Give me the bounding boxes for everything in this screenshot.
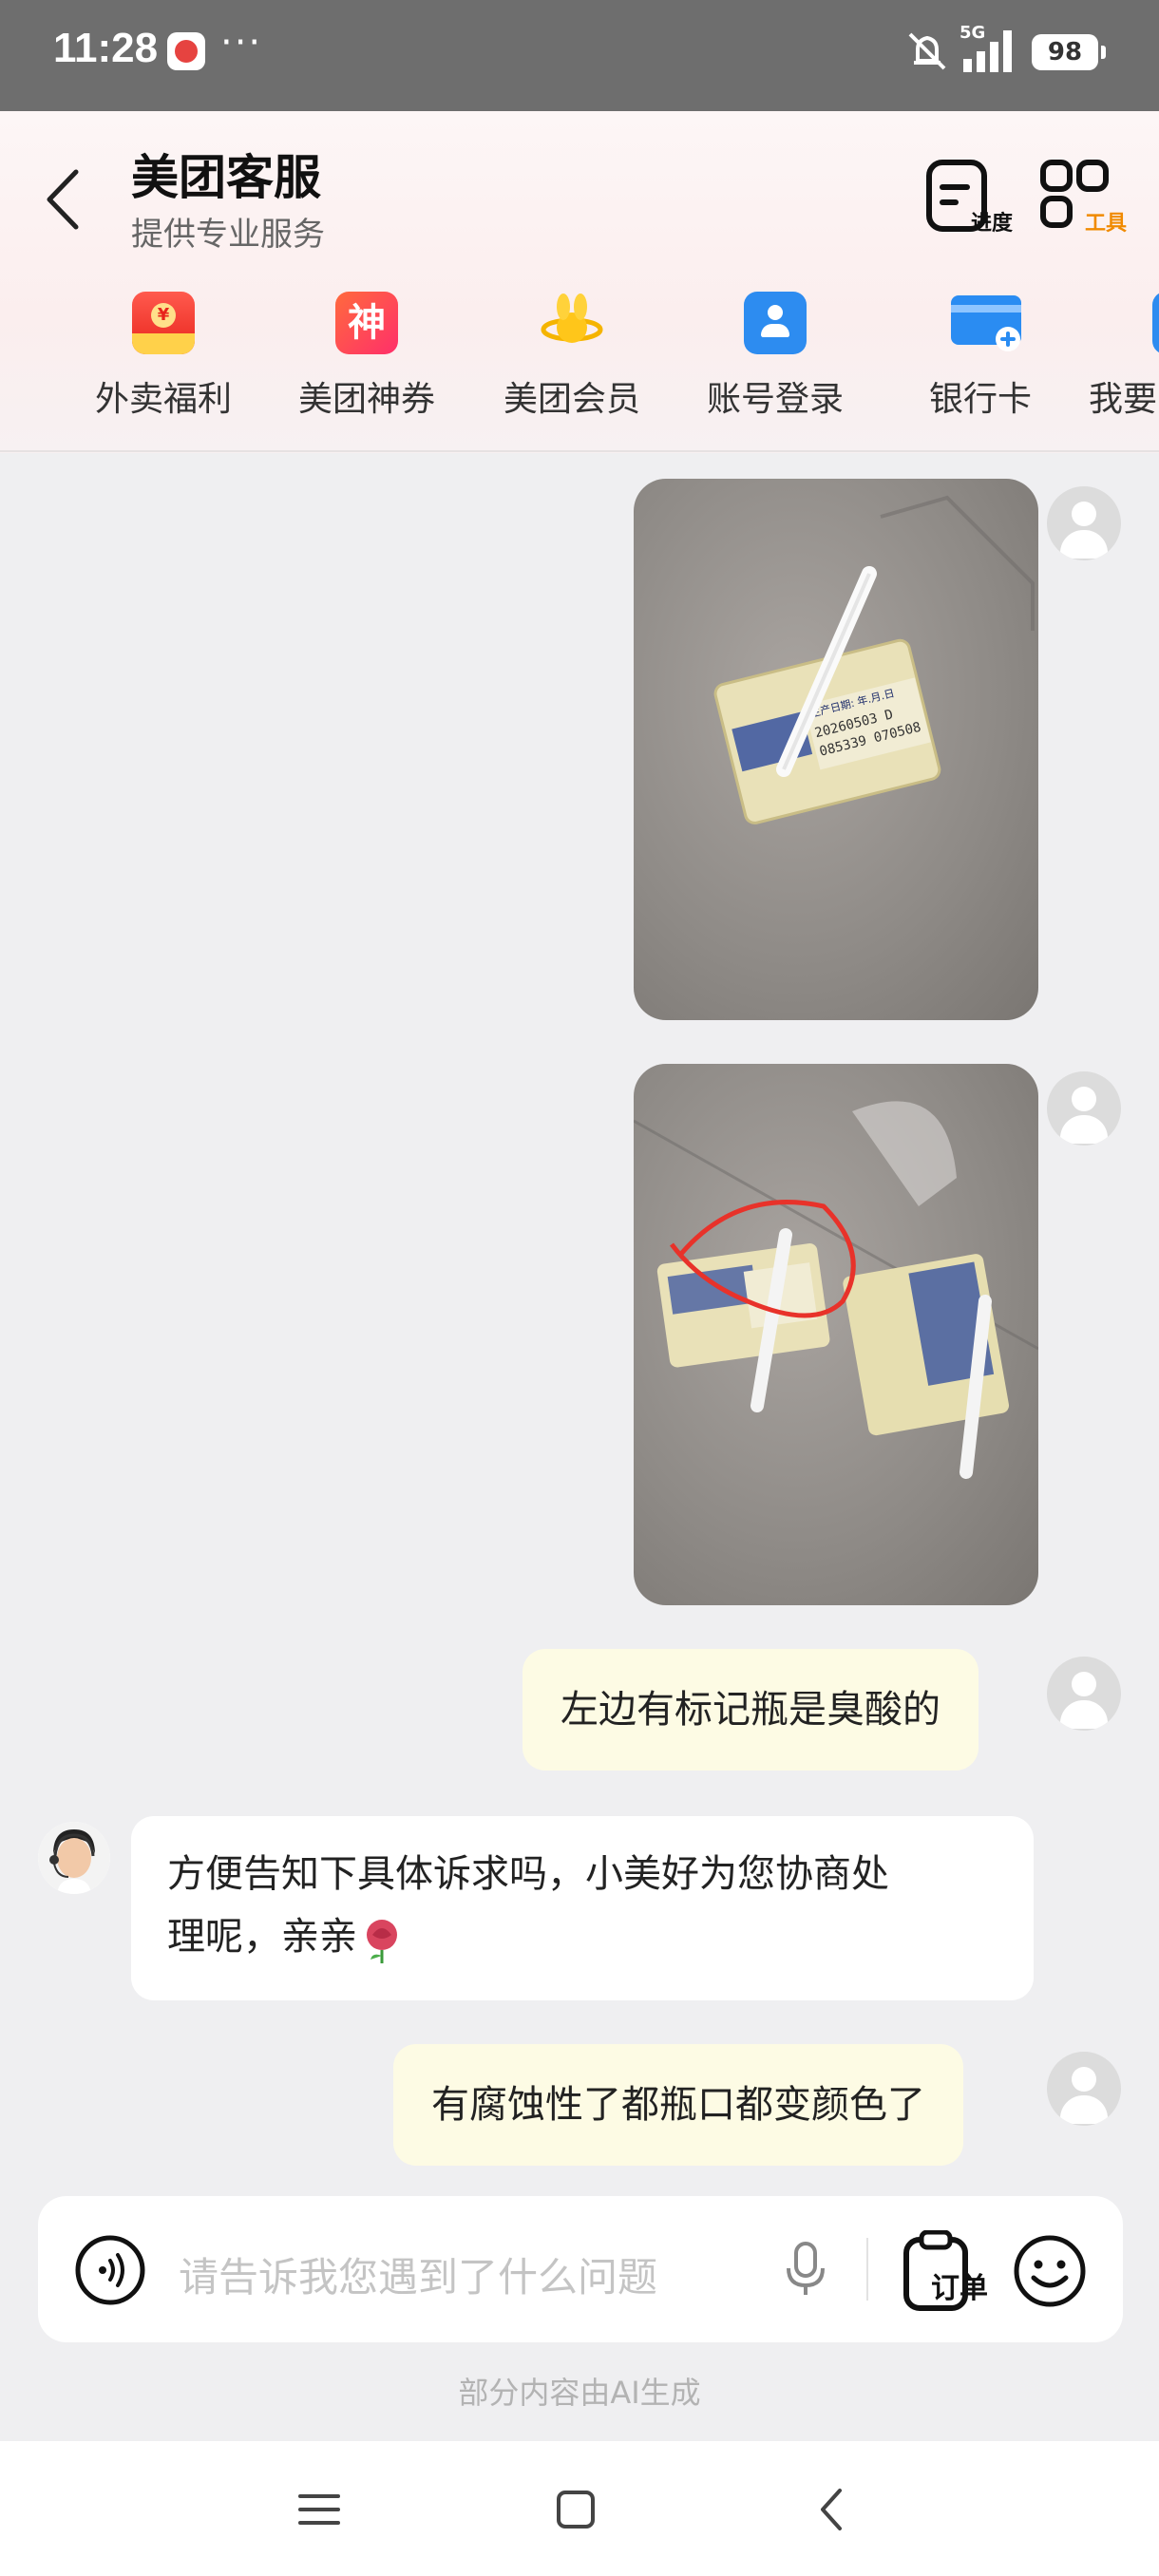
message-input-bar: 请告诉我您遇到了什么问题 订单 [38, 2196, 1123, 2342]
progress-button[interactable]: 进度 [923, 159, 1013, 244]
app-notification-icon [167, 32, 205, 70]
rose-emoji-icon [367, 1920, 397, 1963]
mute-icon [908, 32, 946, 70]
user-message[interactable]: 左边有标记瓶是臭酸的 [522, 1649, 978, 1771]
quick-item-label: 我要 [1089, 380, 1158, 419]
quick-item-delivery-welfare[interactable]: ¥ 外卖福利 [68, 282, 258, 421]
agent-message[interactable]: 方便告知下具体诉求吗，小美好为您协商处 理呢，亲亲 [131, 1816, 1034, 2000]
tools-label: 工具 [1084, 212, 1127, 236]
bank-card-icon [949, 292, 1021, 354]
red-envelope-icon: ¥ [132, 292, 195, 354]
progress-label: 进度 [970, 212, 1013, 236]
user-message[interactable]: 有腐蚀性了都瓶口都变颜色了 [393, 2044, 963, 2166]
quick-item-label: 美团神券 [297, 380, 435, 419]
chat-header: 美团客服 提供专业服务 进度 工具 ¥ 外卖福利 神 美团神券 美团会员 账号登… [0, 111, 1159, 453]
agent-message-line1: 方便告知下具体诉求吗，小美好为您协商处 [167, 1852, 889, 1896]
quick-item-member[interactable]: 美团会员 [477, 282, 667, 421]
page-title: 美团客服 [131, 150, 321, 205]
agent-avatar[interactable] [38, 1822, 110, 1894]
input-separator [866, 2238, 868, 2301]
milk-cartons-marked-photo [634, 1101, 1038, 1479]
signal-icon [963, 30, 1012, 72]
user-avatar[interactable] [1047, 2052, 1121, 2126]
quick-item-label: 账号登录 [706, 380, 844, 419]
more-icon [1152, 292, 1159, 354]
voice-mode-icon[interactable] [74, 2234, 146, 2306]
emoji-icon[interactable] [1013, 2234, 1087, 2308]
milk-carton-photo: 生产日期: 年.月.日 20260503 D 085339 070508 [713, 495, 1035, 824]
battery-indicator: 98 [1032, 34, 1106, 70]
quick-actions-row: ¥ 外卖福利 神 美团神券 美团会员 账号登录 银行卡 我要 [0, 282, 1159, 444]
quick-item-bank-card[interactable]: 银行卡 [885, 282, 1075, 421]
microphone-icon[interactable] [785, 2240, 826, 2299]
system-nav-bar [0, 2441, 1159, 2576]
account-icon [744, 292, 807, 354]
quick-item-more[interactable]: 我要 [1089, 282, 1159, 421]
status-time: 11:28 [53, 25, 159, 71]
quick-item-coupon[interactable]: 神 美团神券 [272, 282, 462, 421]
user-avatar[interactable] [1047, 1071, 1121, 1146]
page-subtitle: 提供专业服务 [131, 216, 325, 254]
agent-message-line2: 理呢，亲亲 [167, 1915, 357, 1959]
back-icon[interactable] [804, 2481, 861, 2538]
status-overflow: ··· [220, 21, 263, 65]
back-arrow-icon[interactable] [42, 166, 84, 233]
quick-item-label: 外卖福利 [94, 380, 232, 419]
chat-image-1[interactable]: 生产日期: 年.月.日 20260503 D 085339 070508 [634, 479, 1038, 1020]
coupon-glyph: 神 [348, 301, 386, 345]
message-input[interactable]: 请告诉我您遇到了什么问题 [179, 2245, 657, 2303]
chat-image-2[interactable] [634, 1064, 1038, 1605]
quick-item-label: 银行卡 [928, 380, 1032, 419]
status-bar: 11:28 ··· 5G 98 [0, 0, 1159, 111]
user-avatar[interactable] [1047, 486, 1121, 560]
tools-button[interactable]: 工具 [1037, 159, 1127, 244]
member-icon [541, 292, 603, 354]
menu-icon[interactable] [291, 2481, 348, 2538]
user-avatar[interactable] [1047, 1657, 1121, 1731]
ai-generated-note: 部分内容由AI生成 [458, 2375, 701, 2411]
agent-message-line2-row: 理呢，亲亲 [167, 1905, 998, 1968]
order-label[interactable]: 订单 [931, 2264, 988, 2306]
quick-item-label: 美团会员 [503, 380, 640, 419]
coupon-icon: 神 [335, 292, 398, 354]
header-divider [0, 450, 1159, 452]
home-icon[interactable] [547, 2481, 604, 2538]
quick-item-account-login[interactable]: 账号登录 [680, 282, 870, 421]
